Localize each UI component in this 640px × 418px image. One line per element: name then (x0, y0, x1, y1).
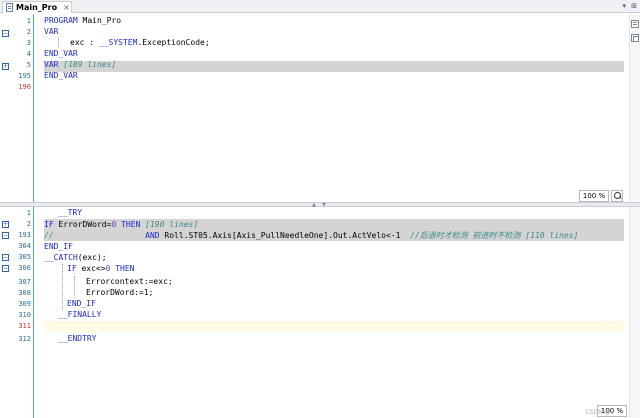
line-number: 311 (18, 322, 31, 330)
line-number: 4 (26, 50, 31, 58)
document-icon (6, 3, 13, 12)
line-number-gutter: + − − − 1 2 193 304 305 306 307 308 309 … (0, 207, 33, 418)
fold-column: + − − − (0, 207, 10, 418)
line-number: 304 (18, 242, 31, 250)
code-line[interactable]: END_VAR (44, 48, 78, 59)
line-number: 5 (26, 61, 31, 69)
fold-column: − + (0, 14, 10, 202)
code-line[interactable]: __CATCH(exc); (44, 252, 107, 263)
zoom-level[interactable]: 100 % (579, 190, 609, 202)
code-line[interactable]: __TRY (58, 207, 82, 218)
code-line[interactable]: __FINALLY (58, 309, 101, 320)
collapsed-region-highlight (44, 61, 624, 72)
line-number: 1 (26, 17, 31, 25)
gutter-divider (33, 207, 34, 418)
zoom-control: 100 % (579, 190, 623, 202)
document-tab-bar: Main_Pro × ▾ ⊞ (0, 0, 640, 13)
declaration-editor[interactable]: − + 1 2 3 4 5 195 196 PROGRAM Main_Pro V… (0, 14, 640, 202)
code-line-collapsed[interactable]: // AND Roll.ST05.Axis[Axis_PullNeedleOne… (44, 230, 578, 241)
line-number: 2 (26, 28, 31, 36)
code-line[interactable]: exc : __SYSTEM.ExceptionCode; (70, 37, 210, 48)
code-line[interactable]: VAR (44, 26, 58, 37)
code-line[interactable]: Errorcontext:=exc; (86, 276, 173, 287)
code-line[interactable]: ErrorDWord:=1; (86, 287, 153, 298)
code-line[interactable]: PROGRAM Main_Pro (44, 15, 121, 26)
close-icon[interactable]: × (63, 3, 70, 12)
line-number: 305 (18, 253, 31, 261)
code-line-collapsed[interactable]: IF ErrorDWord=0 THEN [190 lines] (44, 219, 198, 230)
indent-guide (58, 37, 59, 48)
fold-collapse-icon[interactable]: − (2, 30, 9, 37)
line-number: 308 (18, 289, 31, 297)
gutter-divider (33, 14, 34, 202)
zoom-icon[interactable] (611, 190, 623, 202)
line-number: 1 (26, 209, 31, 217)
line-number: 193 (18, 231, 31, 239)
current-line-highlight (44, 321, 624, 332)
implementation-editor[interactable]: + − − − 1 2 193 304 305 306 307 308 309 … (0, 207, 640, 418)
window-pin-icon[interactable]: ⊞ (631, 2, 637, 10)
code-line[interactable]: END_IF (44, 241, 73, 252)
code-line[interactable]: IF exc<>0 THEN (67, 263, 134, 274)
fold-collapse-icon[interactable]: − (2, 254, 9, 261)
line-number: 309 (18, 300, 31, 308)
line-number: 196 (18, 83, 31, 91)
line-number: 2 (26, 220, 31, 228)
line-number: 307 (18, 278, 31, 286)
split-view-icon[interactable] (631, 20, 639, 28)
vertical-scrollbar[interactable] (629, 207, 640, 418)
indent-guide (74, 276, 75, 298)
line-number: 310 (18, 311, 31, 319)
indent-guide (62, 264, 63, 310)
code-line[interactable]: END_VAR (44, 70, 78, 81)
line-number: 306 (18, 264, 31, 272)
code-line[interactable]: END_IF (67, 298, 96, 309)
fold-collapse-icon[interactable]: − (2, 232, 9, 239)
watermark: CSDN @c (585, 409, 614, 416)
fold-expand-icon[interactable]: + (2, 221, 9, 228)
tab-main-pro[interactable]: Main_Pro × (2, 1, 72, 13)
fold-expand-icon[interactable]: + (2, 63, 9, 70)
line-number: 195 (18, 72, 31, 80)
code-line-collapsed[interactable]: VAR [189 lines] (44, 59, 116, 70)
line-number: 3 (26, 39, 31, 47)
line-number-gutter: − + 1 2 3 4 5 195 196 (0, 14, 33, 202)
tab-label: Main_Pro (16, 3, 58, 12)
chevron-down-icon[interactable]: ▾ (622, 2, 626, 10)
tile-view-icon[interactable] (631, 34, 639, 42)
line-number: 312 (18, 335, 31, 343)
code-line[interactable]: __ENDTRY (58, 333, 97, 344)
fold-collapse-icon[interactable]: − (2, 265, 9, 272)
vertical-scrollbar[interactable] (629, 14, 640, 202)
